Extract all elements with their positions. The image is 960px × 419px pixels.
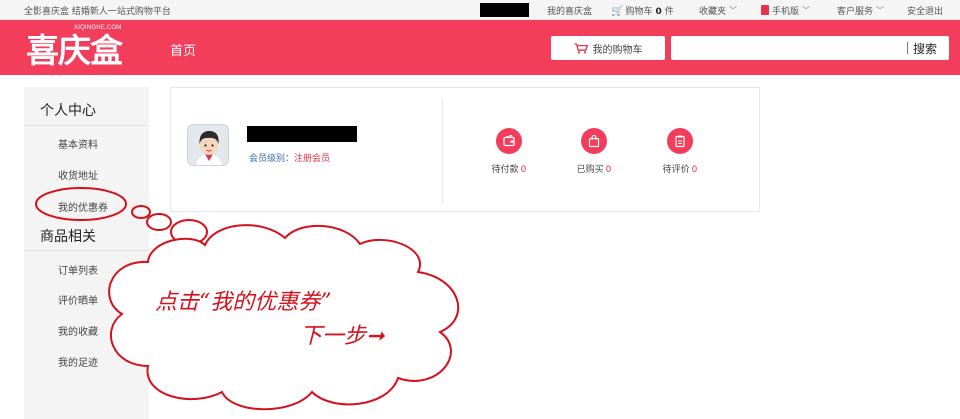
stat-label: 待付款 0: [479, 162, 539, 175]
sidebar-divider: [24, 250, 149, 251]
cart-icon: 🛒: [611, 6, 624, 17]
logout-link[interactable]: 安全退出: [907, 4, 943, 17]
stat-purchased[interactable]: 已购买 0: [564, 128, 624, 175]
mobile-label: 手机版: [772, 7, 800, 17]
user-avatar-icon: [188, 125, 228, 165]
bubble-dot: [146, 213, 172, 231]
search-divider: [907, 42, 908, 54]
sidebar-item-coupons[interactable]: 我的优惠券: [58, 199, 108, 214]
shopping-bag-icon: [581, 128, 607, 154]
favorites-label: 收藏夹: [699, 7, 727, 17]
main-header: XIQINGHE.COM 喜庆盒 首页 我的购物车 搜索: [0, 20, 960, 75]
sidebar-section-personal: 个人中心: [40, 103, 96, 119]
chevron-down-icon: ﹀: [876, 6, 885, 15]
cart-link-label: 购物车: [625, 7, 653, 17]
nav-home-link[interactable]: 首页: [170, 40, 196, 59]
member-profile-card: 会员级别：注册会员 待付款 0 已购买 0 待评价 0: [170, 87, 760, 212]
sidebar-item-favorites[interactable]: 我的收藏: [58, 323, 98, 338]
chevron-down-icon: ﹀: [802, 6, 811, 15]
redacted-username: [480, 3, 529, 17]
phone-icon: [761, 5, 769, 15]
stat-count: 0: [605, 165, 612, 175]
bubble-dot: [170, 219, 208, 245]
stat-label-text: 已购买: [576, 165, 604, 175]
service-menu[interactable]: 客户服务 ﹀: [837, 4, 884, 17]
stat-pending-payment[interactable]: 待付款 0: [479, 128, 539, 175]
sidebar-item-orders[interactable]: 订单列表: [58, 262, 98, 277]
sidebar-divider: [24, 125, 149, 126]
favorites-menu[interactable]: 收藏夹 ﹀: [699, 4, 737, 17]
search-input[interactable]: [671, 36, 901, 60]
my-account-link[interactable]: 我的喜庆盒: [547, 4, 592, 17]
page: 全影喜庆盒 结婚新人一站式购物平台 我的喜庆盒 🛒 购物车 0 件 收藏夹 ﹀ 手机版 ﹀…: [0, 0, 960, 419]
member-level-value: 注册会员: [294, 154, 331, 164]
service-label: 客户服务: [837, 7, 874, 17]
sidebar-section-goods: 商品相关: [40, 229, 96, 245]
search-button[interactable]: 搜索: [913, 40, 937, 57]
sidebar-item-reviews[interactable]: 评价晒单: [58, 292, 98, 307]
site-logo[interactable]: XIQINGHE.COM 喜庆盒: [26, 24, 126, 72]
stat-count: 0: [520, 165, 527, 175]
speech-cloud: [108, 224, 460, 411]
stat-label-text: 待付款: [491, 165, 519, 175]
stat-label: 待评价 0: [650, 162, 710, 175]
my-cart-button[interactable]: 我的购物车: [551, 36, 665, 60]
annotation-instruction: 点击“我的优惠券”: [155, 290, 332, 315]
logo-text: 喜庆盒: [26, 31, 123, 70]
clipboard-icon: [667, 128, 693, 154]
cart-icon: [574, 42, 588, 53]
chevron-down-icon: ﹀: [729, 6, 738, 15]
stat-to-review[interactable]: 待评价 0: [650, 128, 710, 175]
account-sidebar: 个人中心 基本资料 收货地址 我的优惠券 商品相关 订单列表 评价晒单 我的收藏…: [24, 87, 149, 419]
cart-unit: 件: [664, 7, 674, 17]
cart-link[interactable]: 🛒 购物车 0 件: [611, 4, 674, 17]
sidebar-item-profile[interactable]: 基本资料: [58, 136, 98, 151]
card-divider: [442, 99, 443, 203]
stat-count: 0: [691, 165, 698, 175]
stat-label: 已购买 0: [564, 162, 624, 175]
member-level-label: 会员级别：: [249, 154, 295, 164]
member-level: 会员级别：注册会员: [249, 151, 330, 164]
search-box: 搜索: [671, 36, 949, 60]
redacted-member-name: [247, 126, 357, 142]
top-utility-bar: 全影喜庆盒 结婚新人一站式购物平台 我的喜庆盒 🛒 购物车 0 件 收藏夹 ﹀ 手机版 ﹀…: [0, 0, 960, 20]
my-cart-label: 我的购物车: [592, 44, 643, 56]
sidebar-item-footprints[interactable]: 我的足迹: [58, 354, 98, 369]
avatar[interactable]: [187, 124, 229, 166]
cart-count: 0: [655, 7, 662, 17]
wallet-icon: [496, 128, 522, 154]
sidebar-item-address[interactable]: 收货地址: [58, 167, 98, 182]
stat-label-text: 待评价: [662, 165, 690, 175]
mobile-menu[interactable]: 手机版 ﹀: [761, 4, 810, 17]
annotation-next-step: 下一步➞: [300, 324, 385, 349]
site-slogan: 全影喜庆盒 结婚新人一站式购物平台: [24, 7, 171, 17]
